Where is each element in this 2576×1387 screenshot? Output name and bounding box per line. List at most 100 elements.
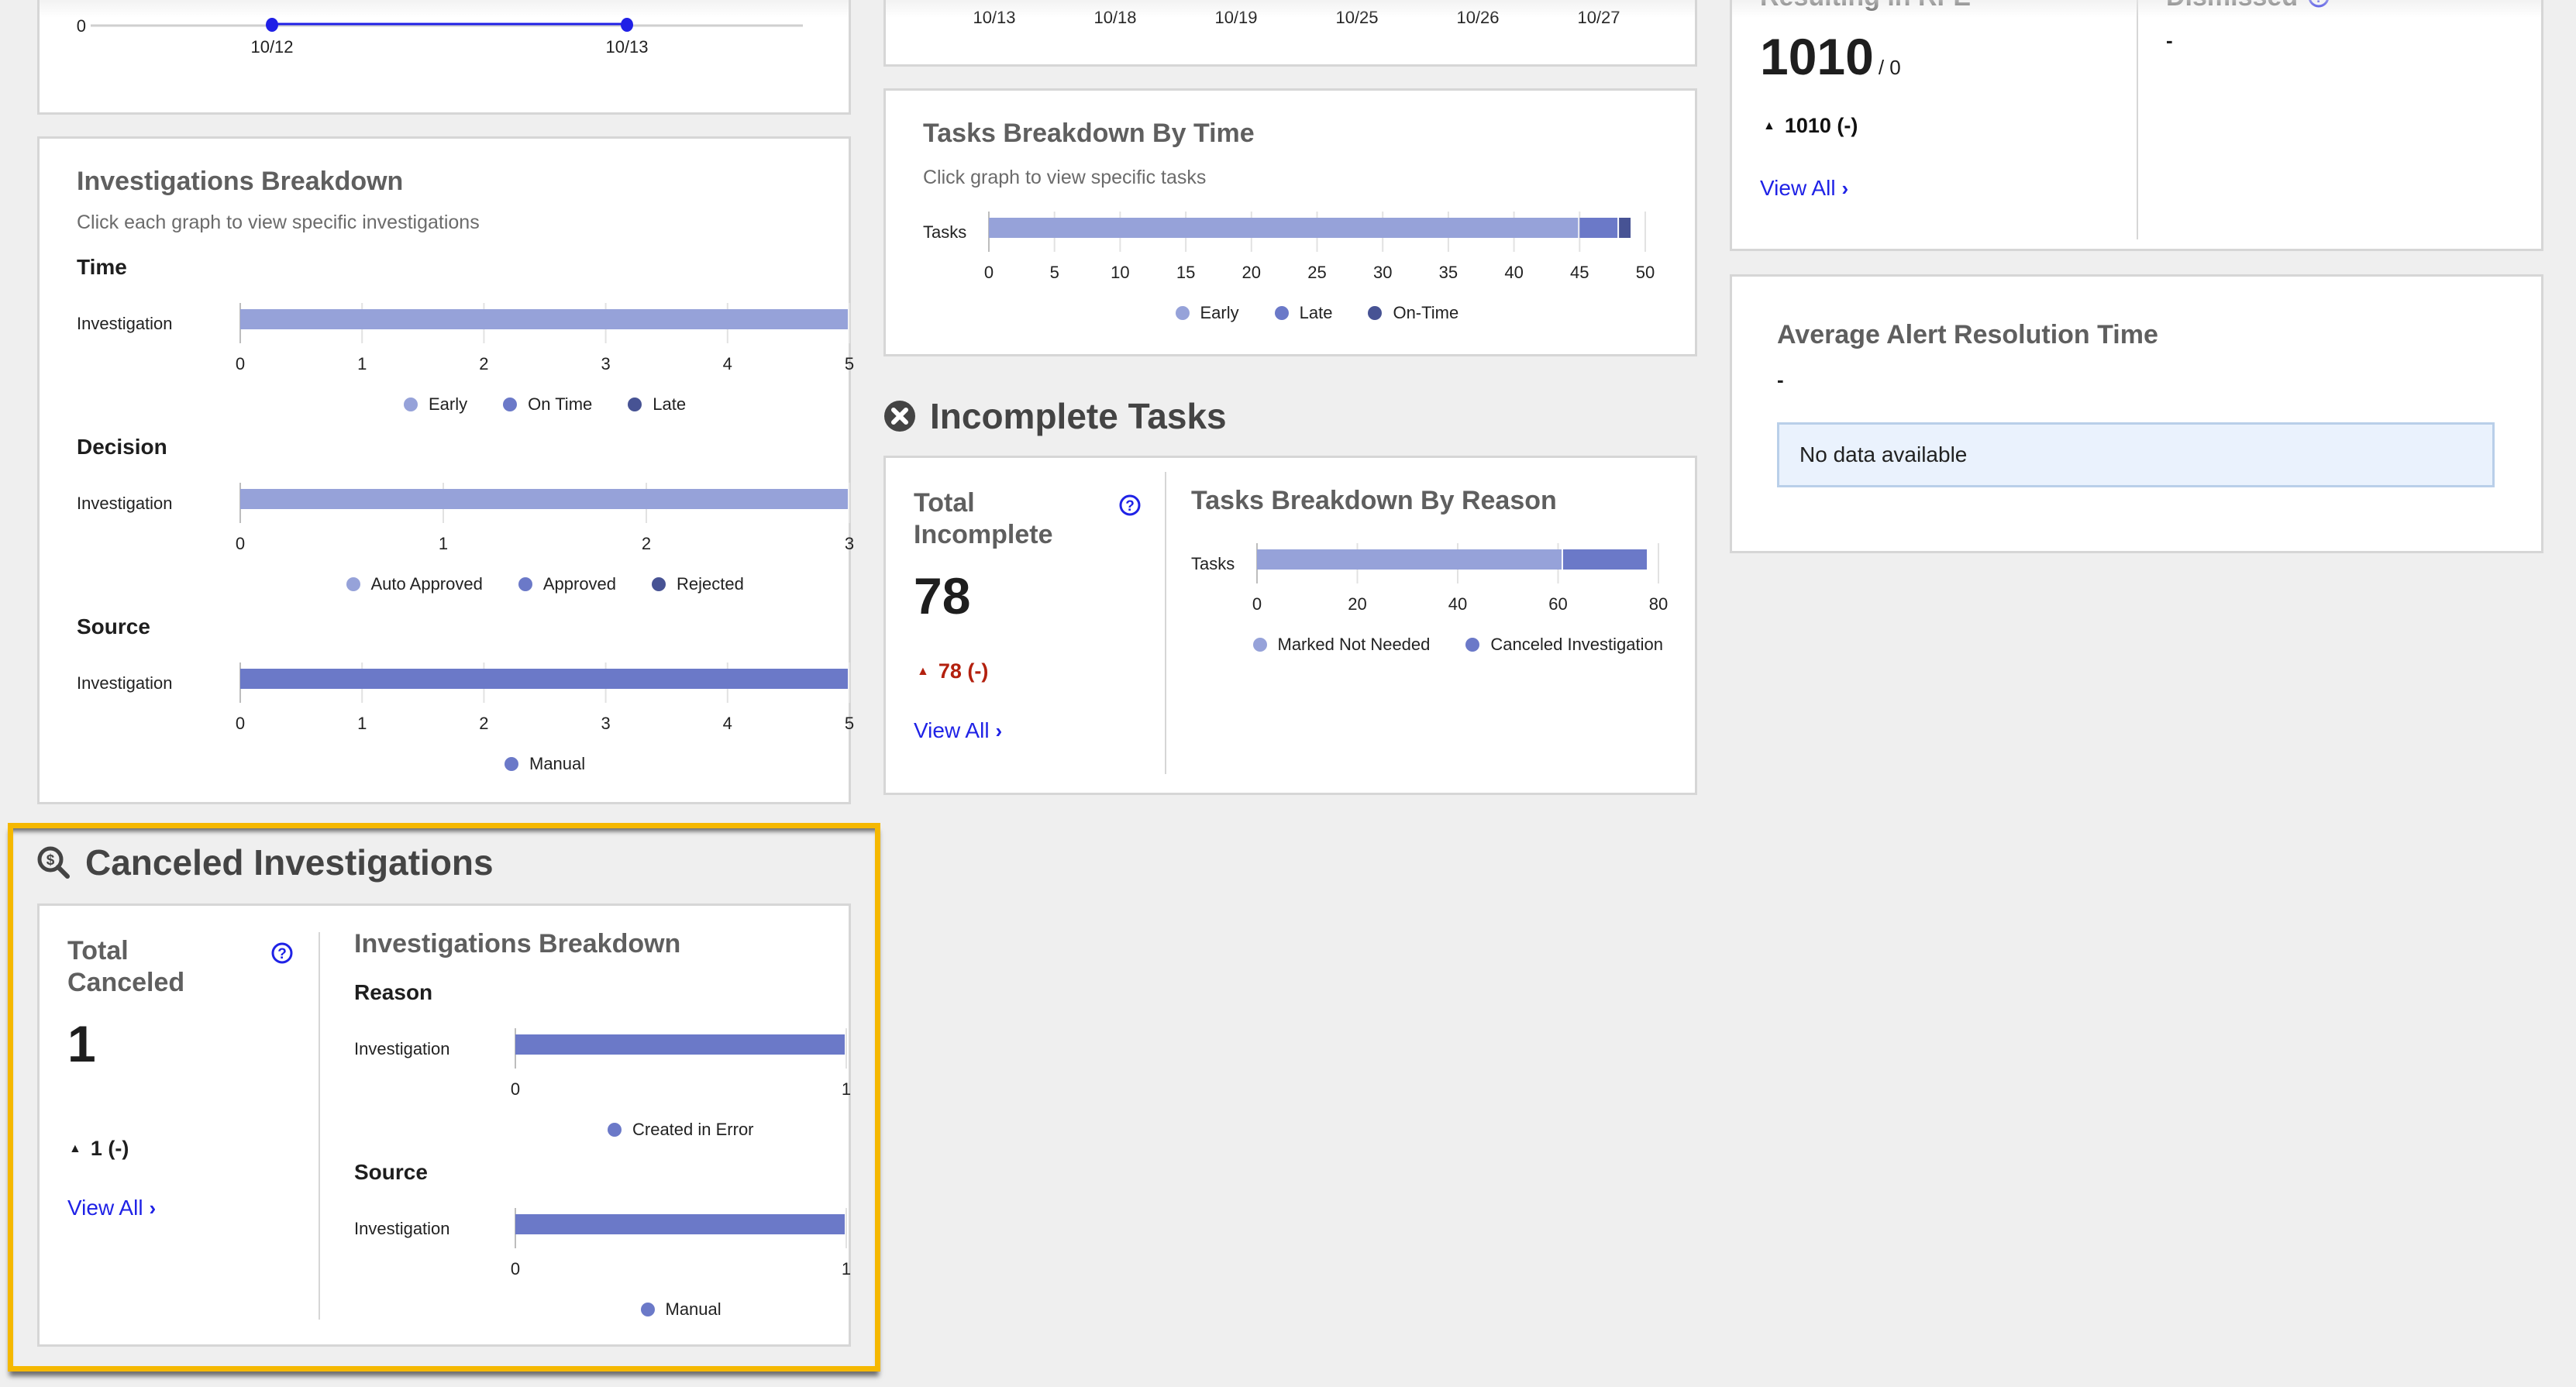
- section-title-reason: Reason: [354, 980, 433, 1004]
- bar-chart-svg[interactable]: Investigation 0 1: [354, 1208, 851, 1293]
- total-incomplete-value: 78: [914, 567, 971, 625]
- legend-label: Canceled Investigation: [1490, 635, 1663, 654]
- legend-label: On Time: [528, 394, 593, 414]
- x-tick-label: 10/25: [1335, 8, 1378, 27]
- svg-text:$: $: [46, 852, 55, 869]
- view-all-link[interactable]: View All ›: [1760, 176, 1848, 201]
- x-tick-label: 1: [357, 354, 367, 373]
- legend-item[interactable]: Created in Error: [608, 1120, 754, 1140]
- legend-dot-icon: [346, 577, 360, 591]
- legend-item[interactable]: On Time: [503, 394, 592, 415]
- bar-segment[interactable]: [240, 309, 848, 329]
- tasks-reason-bar-chart[interactable]: Tasks 0 20 40 60 80 Marked Not Needed Canceled …: [1191, 543, 1672, 654]
- legend-item[interactable]: Marked Not Needed: [1252, 635, 1430, 655]
- bar-segment[interactable]: [240, 489, 848, 509]
- legend-dot-icon: [640, 1303, 655, 1316]
- x-tick-label: 0: [1252, 594, 1262, 614]
- search-dollar-icon: $: [37, 846, 70, 879]
- view-all-link[interactable]: View All ›: [67, 1196, 156, 1220]
- x-tick-label: 10/13: [973, 8, 1015, 27]
- x-tick-label: 25: [1307, 263, 1326, 282]
- legend-dot-icon: [1368, 306, 1383, 320]
- label-line: Total: [67, 936, 129, 965]
- legend-item[interactable]: Rejected: [652, 574, 744, 594]
- help-icon[interactable]: ?: [2307, 0, 2330, 9]
- bar-segment[interactable]: [1579, 218, 1618, 238]
- bar-chart-svg[interactable]: Investigation 0 1: [354, 1028, 851, 1113]
- divider: [2137, 0, 2138, 239]
- legend-item[interactable]: Approved: [518, 574, 616, 594]
- avg-resolution-value: -: [1777, 368, 1784, 391]
- decision-bar-chart[interactable]: Investigation 0 1 2 3 Auto Approved Approved Re…: [77, 483, 854, 594]
- chart-legend: Auto Approved Approved Rejected: [346, 574, 744, 594]
- legend-dot-icon: [608, 1123, 622, 1137]
- avg-resolution-card: Average Alert Resolution Time - No data …: [1730, 274, 2543, 553]
- view-all-link[interactable]: View All ›: [914, 718, 1002, 743]
- bar-segment[interactable]: [515, 1214, 845, 1234]
- card-title: Tasks Breakdown By Time: [923, 119, 1255, 148]
- source-bar-chart[interactable]: Investigation 0 1 Manual: [354, 1208, 851, 1319]
- bar-segment[interactable]: [515, 1034, 845, 1055]
- dismissed-value: -: [2166, 29, 2173, 52]
- section-title-source: Source: [354, 1160, 428, 1184]
- legend-item[interactable]: Manual: [505, 754, 585, 774]
- x-tick-label: 10/18: [1093, 8, 1136, 27]
- legend-label: Approved: [542, 574, 617, 594]
- data-point[interactable]: [621, 18, 633, 32]
- bar-segment[interactable]: [1257, 549, 1562, 570]
- x-tick-label: 10: [1111, 263, 1129, 282]
- legend-label: Late: [1299, 303, 1333, 322]
- help-icon[interactable]: ?: [270, 941, 294, 965]
- bar-segment[interactable]: [240, 669, 848, 689]
- label-line: Canceled: [67, 968, 185, 997]
- label-line: Total: [914, 488, 975, 518]
- bar-segment[interactable]: [1562, 549, 1648, 570]
- time-bar-chart[interactable]: Investigation 0 1 2 3 4 5 Early On Time Late: [77, 303, 854, 414]
- bar-chart-svg[interactable]: Investigation 0 1 2 3: [77, 483, 854, 568]
- legend-dot-icon: [1465, 638, 1480, 652]
- x-tick-label: 60: [1548, 594, 1567, 614]
- bar-segment[interactable]: [989, 218, 1579, 238]
- data-point[interactable]: [266, 18, 278, 32]
- x-tick-label: 1: [439, 534, 448, 553]
- legend-item[interactable]: Canceled Investigation: [1465, 635, 1663, 655]
- legend-dot-icon: [1274, 306, 1289, 320]
- total-incomplete-label: Total Incomplete: [914, 487, 1052, 551]
- bar-segment[interactable]: [1619, 218, 1631, 238]
- bar-chart-svg[interactable]: Tasks 0 5 10 15 20 25 30 35 40 45 50: [923, 212, 1698, 297]
- x-tick-label: 0: [236, 714, 245, 733]
- x-tick-label: 0: [511, 1259, 520, 1279]
- tasks-time-bar-chart[interactable]: Tasks 0 5 10 15 20 25 30 35 40 45 50 Early Late On-Tim…: [923, 212, 1698, 322]
- x-tick-label: 20: [1348, 594, 1366, 614]
- legend-item[interactable]: Early: [1175, 303, 1239, 323]
- x-tick-label: 2: [642, 534, 651, 553]
- x-tick-label: 40: [1448, 594, 1467, 614]
- chart-legend: Manual: [640, 1299, 721, 1320]
- legend-item[interactable]: Late: [1274, 303, 1333, 323]
- category-label: Investigation: [354, 1219, 450, 1238]
- legend-dot-icon: [505, 757, 518, 771]
- reason-bar-chart[interactable]: Investigation 0 1 Created in Error: [354, 1028, 851, 1139]
- category-label: Investigation: [77, 494, 173, 513]
- legend-item[interactable]: Early: [404, 394, 467, 415]
- x-tick-label: 10/26: [1456, 8, 1499, 27]
- bar-chart-svg[interactable]: Tasks 0 20 40 60 80: [1191, 543, 1672, 628]
- legend-item[interactable]: On-Time: [1368, 303, 1458, 323]
- trend-line-chart[interactable]: 0 10/12 10/13: [40, 0, 853, 111]
- source-bar-chart[interactable]: Investigation 0 1 2 3 4 5 Manual: [77, 663, 854, 773]
- legend-item[interactable]: Late: [628, 394, 686, 415]
- legend-item[interactable]: Manual: [640, 1299, 721, 1320]
- x-circle-icon: [884, 401, 915, 432]
- x-tick-label: 0: [236, 534, 245, 553]
- category-label: Investigation: [77, 673, 173, 693]
- category-label: Tasks: [1191, 554, 1235, 573]
- bar-chart-svg[interactable]: Investigation 0 1 2 3 4 5: [77, 663, 854, 748]
- legend-item[interactable]: Auto Approved: [346, 574, 483, 594]
- x-tick-label: 30: [1373, 263, 1392, 282]
- help-icon[interactable]: ?: [1118, 494, 1142, 517]
- y-tick-label: 0: [77, 16, 86, 36]
- legend-label: Manual: [529, 754, 586, 773]
- bar-chart-svg[interactable]: Investigation 0 1 2 3 4 5: [77, 303, 854, 388]
- triangle-up-icon: ▲: [69, 1141, 81, 1155]
- card-title: Investigations Breakdown: [77, 167, 404, 196]
